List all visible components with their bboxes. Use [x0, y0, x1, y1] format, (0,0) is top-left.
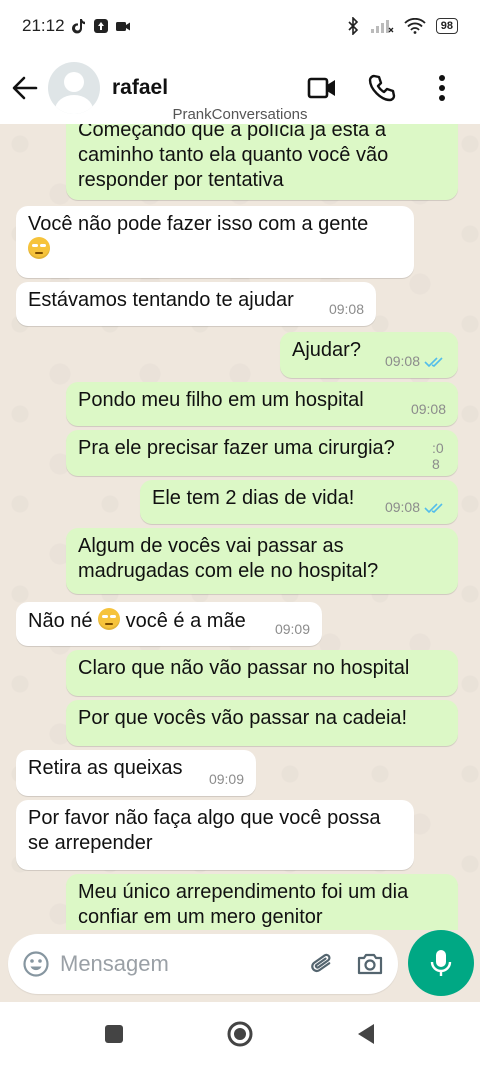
status-bar: 21:12 98: [0, 0, 480, 52]
message-text: Claro que não vão passar no hospital: [78, 657, 410, 679]
mic-icon: [430, 950, 452, 976]
message-time: 09:08: [384, 499, 420, 515]
message-time: :0 8: [432, 440, 444, 472]
message-time: 09:09: [208, 771, 244, 787]
message-incoming[interactable]: Não né você é a mãe 09:09: [16, 602, 322, 646]
message-text-line: Meu único arrependimento foi um dia: [78, 881, 409, 903]
message-meta: 09:08: [385, 349, 446, 374]
recents-icon: [105, 1025, 123, 1043]
message-outgoing[interactable]: Começando que a polícia já está a caminh…: [66, 124, 458, 200]
message-text: Por que vocês vão passar na cadeia!: [78, 707, 408, 729]
message-text-line: se arrepender: [28, 832, 153, 854]
message-text-line: Você não pode fazer isso com a gente: [28, 213, 369, 235]
more-options-button[interactable]: [422, 68, 462, 108]
home-button[interactable]: [220, 1014, 260, 1054]
message-incoming[interactable]: Você não pode fazer isso com a gente: [16, 206, 414, 278]
composer-bar: [0, 930, 480, 1002]
message-text: Ajudar?: [292, 339, 361, 361]
message-text: Não né: [28, 610, 93, 632]
message-text-line: caminho tanto ela quanto você vão: [78, 144, 389, 166]
message-input-pill[interactable]: [8, 934, 398, 994]
message-time: 09:08: [384, 353, 420, 369]
message-text-line: confiar em um mero genitor: [78, 906, 323, 928]
system-nav-bar: [0, 1002, 480, 1066]
contact-name[interactable]: rafael: [112, 76, 168, 100]
read-ticks-icon: [424, 502, 443, 513]
back-button[interactable]: [2, 65, 48, 111]
message-outgoing[interactable]: Claro que não vão passar no hospital: [66, 650, 458, 696]
home-icon: [227, 1021, 253, 1047]
rolling-eyes-emoji-icon: [98, 608, 121, 630]
back-arrow-icon: [12, 76, 38, 100]
composer-actions: [308, 950, 384, 978]
message-time: 09:08: [410, 401, 446, 417]
message-text-line: madrugadas com ele no hospital?: [78, 560, 379, 582]
message-outgoing[interactable]: Pondo meu filho em um hospital 09:08: [66, 382, 458, 426]
message-outgoing[interactable]: Por que vocês vão passar na cadeia!: [66, 700, 458, 746]
video-call-button[interactable]: [302, 68, 342, 108]
message-text: Pondo meu filho em um hospital: [78, 389, 364, 411]
message-incoming[interactable]: Estávamos tentando te ajudar 09:08: [16, 282, 376, 326]
voice-call-button[interactable]: [362, 68, 402, 108]
back-triangle-icon: [358, 1024, 374, 1044]
message-time: 09:09: [274, 621, 310, 637]
voice-record-button[interactable]: [408, 930, 474, 996]
camera-icon[interactable]: [356, 951, 384, 977]
message-text: Pra ele precisar fazer uma cirurgia?: [78, 437, 395, 459]
read-ticks-icon: [424, 356, 443, 367]
video-status-icon: [115, 22, 130, 31]
message-text: Retira as queixas: [28, 757, 183, 779]
message-incoming[interactable]: Por favor não faça algo que você possa s…: [16, 800, 414, 870]
message-text: Estávamos tentando te ajudar: [28, 289, 294, 311]
status-time: 21:12: [22, 16, 65, 35]
message-outgoing[interactable]: Ele tem 2 dias de vida! 09:08: [140, 480, 458, 524]
wifi-icon: [404, 18, 426, 34]
message-text: você é a mãe: [125, 610, 246, 632]
message-outgoing[interactable]: Ajudar? 09:08: [280, 332, 458, 378]
video-call-icon: [307, 77, 335, 99]
message-text-line: responder por tentativa: [78, 169, 284, 191]
avatar-head: [64, 72, 84, 92]
message-text-line: Começando que a polícia já está a: [78, 124, 386, 141]
message-incoming[interactable]: Retira as queixas 09:09: [16, 750, 256, 796]
bluetooth-icon: [348, 17, 358, 35]
phone-icon: [368, 74, 396, 102]
message-outgoing[interactable]: Pra ele precisar fazer uma cirurgia? :0 …: [66, 430, 458, 476]
message-text-line: Por favor não faça algo que você possa: [28, 807, 381, 829]
back-nav-button[interactable]: [346, 1014, 386, 1054]
message-outgoing[interactable]: Algum de vocês vai passar as madrugadas …: [66, 528, 458, 594]
watermark: PrankConversations: [172, 106, 308, 123]
message-outgoing[interactable]: Meu único arrependimento foi um dia conf…: [66, 874, 458, 930]
status-right: 98: [346, 17, 458, 35]
message-text-line: Algum de vocês vai passar as: [78, 535, 344, 557]
header-actions: [302, 68, 480, 108]
attach-icon[interactable]: [308, 950, 336, 978]
message-time: 09:08: [328, 301, 364, 317]
tiktok-icon: [71, 19, 85, 34]
message-text: Ele tem 2 dias de vida!: [152, 487, 355, 509]
upload-icon: [93, 19, 108, 33]
message-input[interactable]: [60, 951, 280, 977]
emoji-icon[interactable]: [22, 950, 50, 978]
signal-icon: [370, 20, 394, 33]
rolling-eyes-emoji-icon: [28, 237, 50, 259]
status-left: 21:12: [22, 16, 131, 36]
more-options-icon: [439, 75, 445, 101]
battery-indicator: 98: [435, 18, 458, 34]
chat-area[interactable]: Começando que a polícia já está a caminh…: [0, 124, 480, 930]
message-meta: 09:08: [385, 495, 446, 520]
recents-button[interactable]: [94, 1014, 134, 1054]
